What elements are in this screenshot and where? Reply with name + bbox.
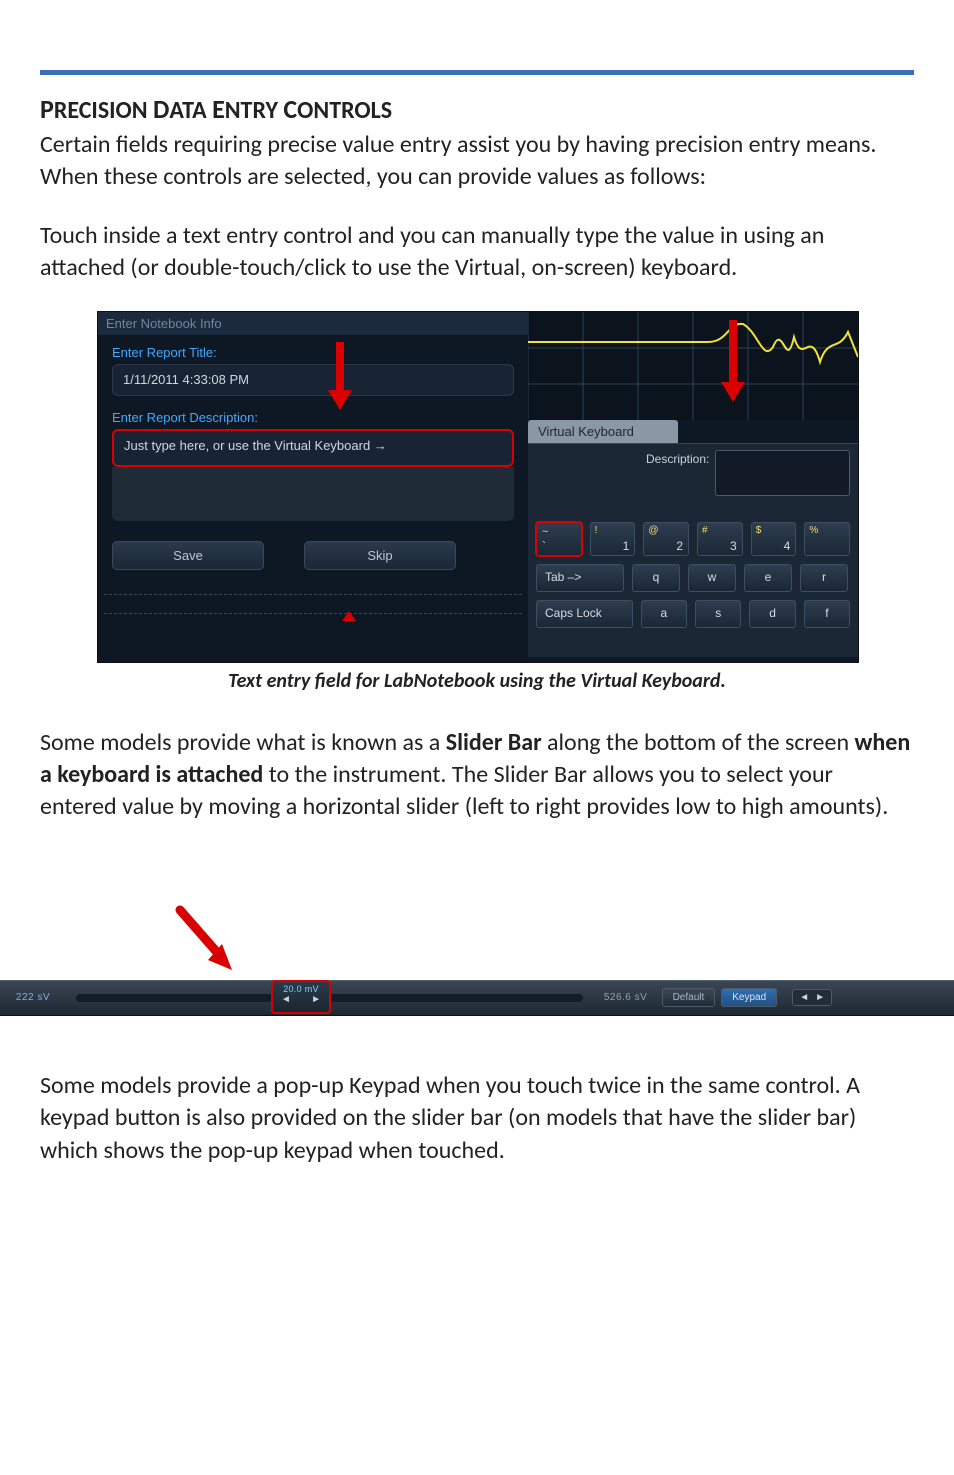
figure-slider-bar: 222 sV 20.0 mV ◄► 526.6 sV Default Keypa… bbox=[0, 910, 954, 1016]
key-e[interactable]: e bbox=[744, 564, 792, 592]
figure-1-caption: Text entry field for LabNotebook using t… bbox=[97, 669, 857, 693]
report-description-input[interactable]: Just type here, or use the Virtual Keybo… bbox=[112, 429, 514, 467]
virtual-keyboard-panel: Virtual Keyboard Description: ~` !1 @2 #… bbox=[528, 312, 858, 662]
key-s[interactable]: s bbox=[695, 600, 741, 628]
annotation-arrow-3 bbox=[170, 910, 250, 985]
waveform-signal-icon bbox=[528, 312, 858, 420]
virtual-keyboard-tab[interactable]: Virtual Keyboard bbox=[528, 420, 678, 443]
key-w[interactable]: w bbox=[688, 564, 736, 592]
keypad-button[interactable]: Keypad bbox=[721, 988, 777, 1007]
report-title-input[interactable]: 1/11/2011 4:33:08 PM bbox=[112, 364, 514, 396]
skip-button[interactable]: Skip bbox=[304, 541, 456, 570]
default-button[interactable]: Default bbox=[662, 988, 716, 1007]
save-button[interactable]: Save bbox=[112, 541, 264, 570]
slider-track[interactable]: 20.0 mV ◄► bbox=[76, 994, 583, 1002]
section-heading: PRECISION DATA ENTRY CONTROLS bbox=[40, 93, 914, 125]
caret-up-icon bbox=[342, 611, 356, 621]
slider-left-readout: 222 sV bbox=[0, 992, 66, 1003]
virtual-keyboard-body: Description: ~` !1 @2 #3 $4 % Tab –> q bbox=[528, 443, 858, 657]
window-title: Enter Notebook Info bbox=[98, 312, 528, 335]
key-f[interactable]: f bbox=[804, 600, 850, 628]
key-5[interactable]: % bbox=[804, 522, 850, 556]
key-r[interactable]: r bbox=[800, 564, 848, 592]
slider-knob-value: 20.0 mV bbox=[273, 982, 329, 994]
key-d[interactable]: d bbox=[749, 600, 795, 628]
top-rule bbox=[40, 70, 914, 75]
vk-key-row-3: Caps Lock a s d f bbox=[536, 600, 850, 628]
term-slider-bar: Slider Bar bbox=[446, 728, 542, 757]
slider-right-readout: 526.6 sV bbox=[593, 992, 659, 1003]
slider-knob[interactable]: 20.0 mV ◄► bbox=[271, 980, 331, 1014]
key-q[interactable]: q bbox=[632, 564, 680, 592]
report-title-label: Enter Report Title: bbox=[98, 335, 528, 360]
key-1[interactable]: !1 bbox=[590, 522, 636, 556]
paragraph-1: Certain fields requiring precise value e… bbox=[40, 129, 914, 194]
report-description-label: Enter Report Description: bbox=[98, 396, 528, 425]
key-tab[interactable]: Tab –> bbox=[536, 564, 624, 592]
key-4[interactable]: $4 bbox=[751, 522, 797, 556]
paragraph-4: Some models provide a pop-up Keypad when… bbox=[40, 1070, 914, 1167]
waveform-preview bbox=[528, 312, 858, 420]
key-2[interactable]: @2 bbox=[643, 522, 689, 556]
key-backtick[interactable]: ~` bbox=[536, 522, 582, 556]
nav-right-icon: ► bbox=[815, 992, 825, 1003]
slider-bar: 222 sV 20.0 mV ◄► 526.6 sV Default Keypa… bbox=[0, 980, 954, 1016]
vk-key-row-2: Tab –> q w e r bbox=[536, 564, 850, 592]
key-a[interactable]: a bbox=[641, 600, 687, 628]
vk-description-box[interactable] bbox=[715, 450, 850, 496]
paragraph-2: Touch inside a text entry control and yo… bbox=[40, 220, 914, 285]
slider-knob-arrows-icon: ◄► bbox=[273, 994, 329, 1005]
vk-key-row-1: ~` !1 @2 #3 $4 % bbox=[536, 522, 850, 556]
notebook-info-panel: Enter Notebook Info Enter Report Title: … bbox=[98, 312, 528, 662]
paragraph-3: Some models provide what is known as a S… bbox=[40, 727, 914, 824]
bottom-scroll-region bbox=[104, 594, 522, 614]
figure-virtual-keyboard: Enter Notebook Info Enter Report Title: … bbox=[97, 311, 859, 663]
vk-description-label: Description: bbox=[646, 450, 709, 466]
slider-nav-buttons[interactable]: ◄ ► bbox=[792, 989, 832, 1006]
report-description-extra[interactable] bbox=[112, 467, 514, 521]
key-capslock[interactable]: Caps Lock bbox=[536, 600, 633, 628]
key-3[interactable]: #3 bbox=[697, 522, 743, 556]
nav-left-icon: ◄ bbox=[799, 992, 809, 1003]
